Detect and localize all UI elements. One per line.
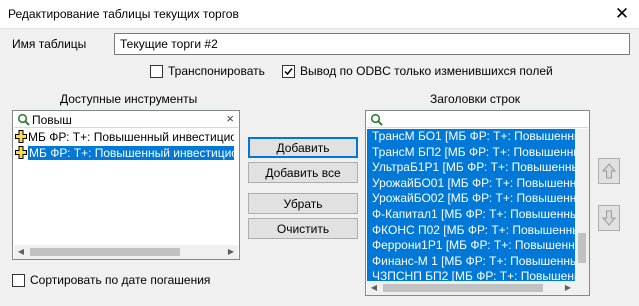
add-button[interactable]: Добавить [248, 137, 358, 158]
list-item[interactable]: Финанс-М 1 [МБ ФР: Т+: Повышенны [367, 254, 576, 270]
scroll-left-icon[interactable]: ◀ [14, 245, 28, 259]
sort-by-maturity-checkbox[interactable]: Сортировать по дате погашения [12, 273, 210, 287]
scroll-thumb[interactable] [30, 248, 180, 256]
row-headers-header: Заголовки строк [430, 92, 521, 106]
available-instruments-list[interactable]: × МБ ФР: Т+: Повышенный инвестицио МБ ФР… [12, 110, 240, 260]
window-title: Редактирование таблицы текущих торгов [8, 7, 239, 21]
available-search-input[interactable] [32, 112, 212, 127]
list-item[interactable]: МБ ФР: Т+: Повышенный инвестицио [14, 129, 234, 145]
clear-icon[interactable]: × [226, 111, 234, 126]
sort-checkbox-box[interactable] [12, 273, 25, 287]
list-item[interactable]: УрожайБО02 [МБ ФР: Т+: Повышенны [367, 191, 576, 207]
list-item[interactable]: ЧЗПСНП БП2 [МБ ФР: Т+: Повышенны [367, 269, 576, 281]
list-item-label: МБ ФР: Т+: Повышенный инвестицио [28, 146, 234, 160]
clear-button[interactable]: Очистить [248, 218, 358, 239]
rows-vscrollbar[interactable] [575, 129, 589, 281]
rows-search-input[interactable] [385, 112, 565, 127]
title-bar: Редактирование таблицы текущих торгов ✕ [0, 0, 639, 29]
scroll-left-icon[interactable]: ◀ [367, 281, 381, 295]
remove-button[interactable]: Убрать [248, 193, 358, 214]
table-name-field[interactable] [114, 33, 630, 55]
scroll-right-icon[interactable]: ▶ [224, 245, 238, 259]
arrow-down-icon [602, 210, 616, 226]
row-headers-items[interactable]: ТрансМ БО1 [МБ ФР: Т+: Повышенны ТрансМ … [367, 129, 576, 281]
list-item[interactable]: УрожайБО01 [МБ ФР: Т+: Повышенны [367, 176, 576, 192]
scroll-right-icon[interactable]: ▶ [561, 281, 575, 295]
check-icon [284, 67, 293, 75]
rows-hscrollbar[interactable]: ◀ ▶ [367, 281, 589, 295]
sort-label: Сортировать по дате погашения [30, 273, 211, 287]
move-down-button[interactable] [598, 205, 620, 231]
odbc-checkbox-box[interactable] [282, 64, 295, 78]
close-icon[interactable]: ✕ [611, 3, 633, 25]
odbc-checkbox[interactable]: Вывод по ODBC только изменившихся полей [282, 64, 553, 78]
plus-icon [15, 130, 27, 143]
move-up-button[interactable] [598, 158, 620, 184]
arrow-up-icon [602, 163, 616, 179]
search-icon [370, 113, 383, 126]
rows-search-row [367, 112, 588, 128]
available-hscrollbar[interactable]: ◀ ▶ [14, 245, 238, 259]
plus-icon [15, 146, 27, 159]
scroll-thumb[interactable] [578, 233, 586, 263]
search-icon [17, 113, 30, 126]
list-item[interactable]: ТрансМ БО1 [МБ ФР: Т+: Повышенны [367, 129, 576, 145]
transpose-label: Транспонировать [168, 64, 265, 78]
transpose-checkbox-box[interactable] [150, 64, 163, 78]
list-item[interactable]: Ф-Капитал1 [МБ ФР: Т+: Повышенны [367, 207, 576, 223]
table-name-label: Имя таблицы [12, 37, 87, 51]
list-item[interactable]: УльтраБ1Р1 [МБ ФР: Т+: Повышенны [367, 160, 576, 176]
odbc-label: Вывод по ODBC только изменившихся полей [300, 64, 553, 78]
add-all-button[interactable]: Добавить все [248, 162, 358, 183]
available-search-row: × [14, 111, 238, 128]
list-item-label: МБ ФР: Т+: Повышенный инвестицио [28, 130, 234, 144]
list-item[interactable]: МБ ФР: Т+: Повышенный инвестицио [14, 145, 234, 161]
list-item[interactable]: ФКОНС П02 [МБ ФР: Т+: Повышенны [367, 223, 576, 239]
table-name-input[interactable] [115, 34, 629, 54]
transpose-checkbox[interactable]: Транспонировать [150, 64, 265, 78]
list-item[interactable]: ТрансМ БП2 [МБ ФР: Т+: Повышенны [367, 145, 576, 161]
row-headers-list[interactable]: ТрансМ БО1 [МБ ФР: Т+: Повышенны ТрансМ … [365, 110, 590, 296]
available-instruments-header: Доступные инструменты [60, 92, 198, 106]
list-item[interactable]: Феррони1Р1 [МБ ФР: Т+: Повышенны [367, 238, 576, 254]
scroll-thumb[interactable] [383, 284, 543, 292]
